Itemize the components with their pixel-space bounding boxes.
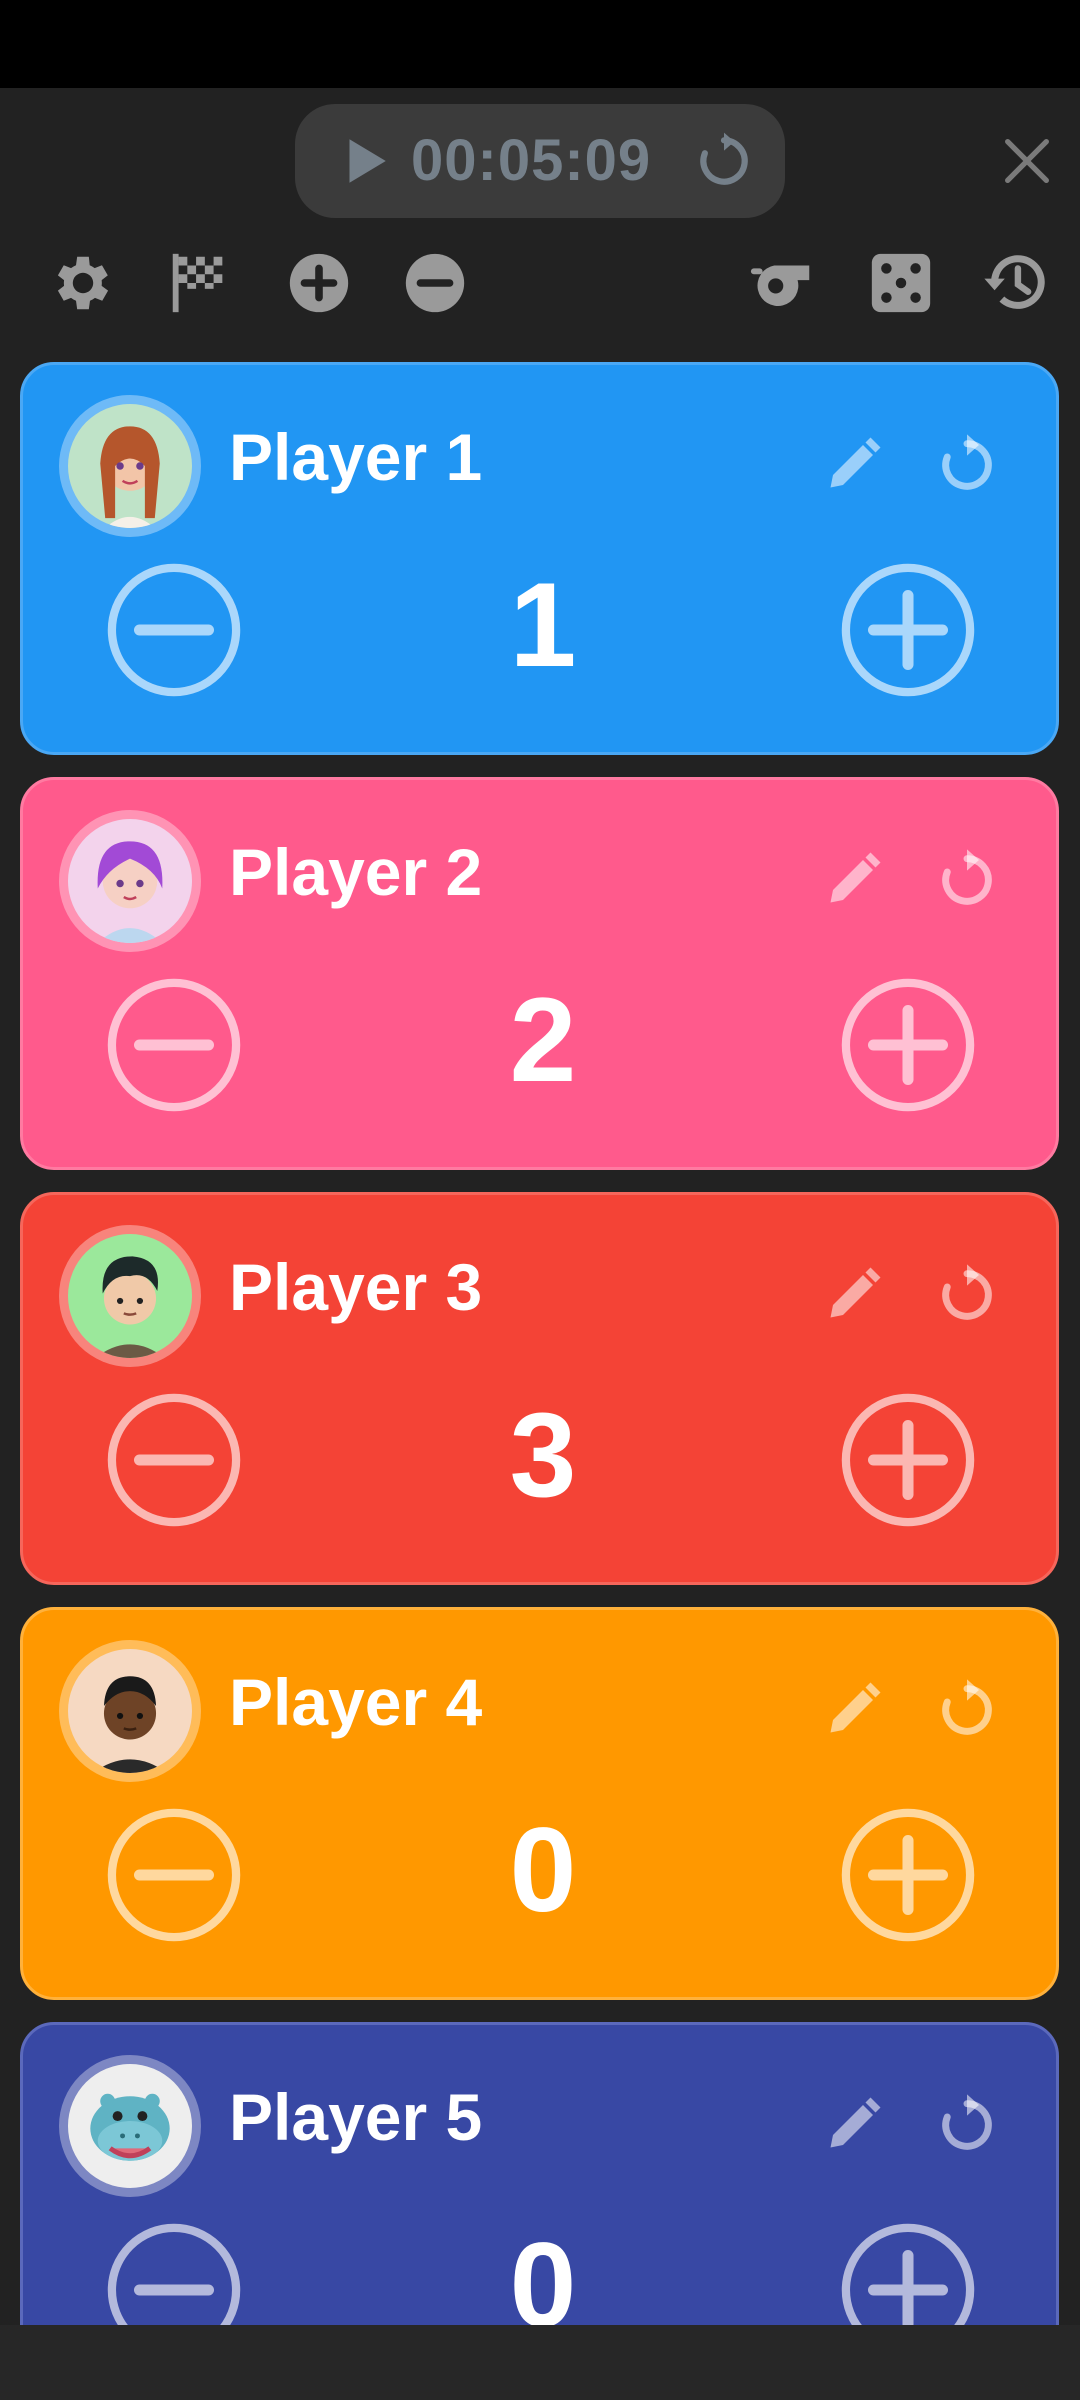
avatar-image [97, 841, 163, 943]
reset-score-icon[interactable] [935, 2093, 999, 2157]
avatar [68, 1234, 192, 1358]
close-icon[interactable] [998, 132, 1056, 190]
avatar-image [95, 1256, 165, 1358]
pencil-icon[interactable] [823, 1680, 883, 1740]
player-card: Player 2 2 [20, 777, 1059, 1170]
timer-display: 00:05:09 [411, 128, 652, 193]
player-name[interactable]: Player 5 [229, 2077, 482, 2157]
avatar-ring[interactable] [59, 810, 201, 952]
avatar-ring[interactable] [59, 395, 201, 537]
whistle-icon[interactable] [748, 248, 818, 318]
avatar-image [90, 2093, 170, 2161]
player-name[interactable]: Player 2 [229, 832, 482, 912]
decrement-button[interactable] [105, 1806, 243, 1944]
navigation-bar [0, 2325, 1080, 2400]
decrement-button[interactable] [105, 1391, 243, 1529]
player-card: Player 3 3 [20, 1192, 1059, 1585]
status-bar [0, 0, 1080, 88]
player-score: 3 [509, 1388, 577, 1522]
increment-button[interactable] [839, 976, 977, 1114]
remove-player-icon[interactable] [400, 248, 470, 318]
avatar [68, 819, 192, 943]
history-icon[interactable] [980, 248, 1050, 318]
pencil-icon[interactable] [823, 435, 883, 495]
reset-score-icon[interactable] [935, 848, 999, 912]
player-score: 2 [509, 973, 577, 1107]
decrement-button[interactable] [105, 561, 243, 699]
reset-score-icon[interactable] [935, 1263, 999, 1327]
reset-score-icon[interactable] [935, 1678, 999, 1742]
decrement-button[interactable] [105, 976, 243, 1114]
increment-button[interactable] [839, 561, 977, 699]
increment-button[interactable] [839, 1391, 977, 1529]
pencil-icon[interactable] [823, 2095, 883, 2155]
timer-pill: 00:05:09 [295, 104, 785, 218]
dice-icon[interactable] [866, 248, 936, 318]
reset-score-icon[interactable] [935, 433, 999, 497]
avatar [68, 1649, 192, 1773]
player-score: 1 [509, 558, 577, 692]
increment-button[interactable] [839, 1806, 977, 1944]
player-name[interactable]: Player 1 [229, 417, 482, 497]
player-score: 0 [509, 1803, 577, 1937]
play-icon[interactable] [335, 132, 393, 190]
avatar-ring[interactable] [59, 1640, 201, 1782]
avatar-ring[interactable] [59, 1225, 201, 1367]
checkered-flag-icon[interactable] [164, 248, 234, 318]
avatar-image [92, 1676, 168, 1773]
avatar [68, 404, 192, 528]
pencil-icon[interactable] [823, 850, 883, 910]
player-card: Player 1 1 [20, 362, 1059, 755]
pencil-icon[interactable] [823, 1265, 883, 1325]
avatar [68, 2064, 192, 2188]
add-player-icon[interactable] [284, 248, 354, 318]
timer-reset-icon[interactable] [693, 130, 755, 192]
player-name[interactable]: Player 4 [229, 1662, 482, 1742]
avatar-ring[interactable] [59, 2055, 201, 2197]
player-name[interactable]: Player 3 [229, 1247, 482, 1327]
player-card: Player 4 0 [20, 1607, 1059, 2000]
gear-icon[interactable] [48, 248, 118, 318]
avatar-image [100, 426, 160, 528]
